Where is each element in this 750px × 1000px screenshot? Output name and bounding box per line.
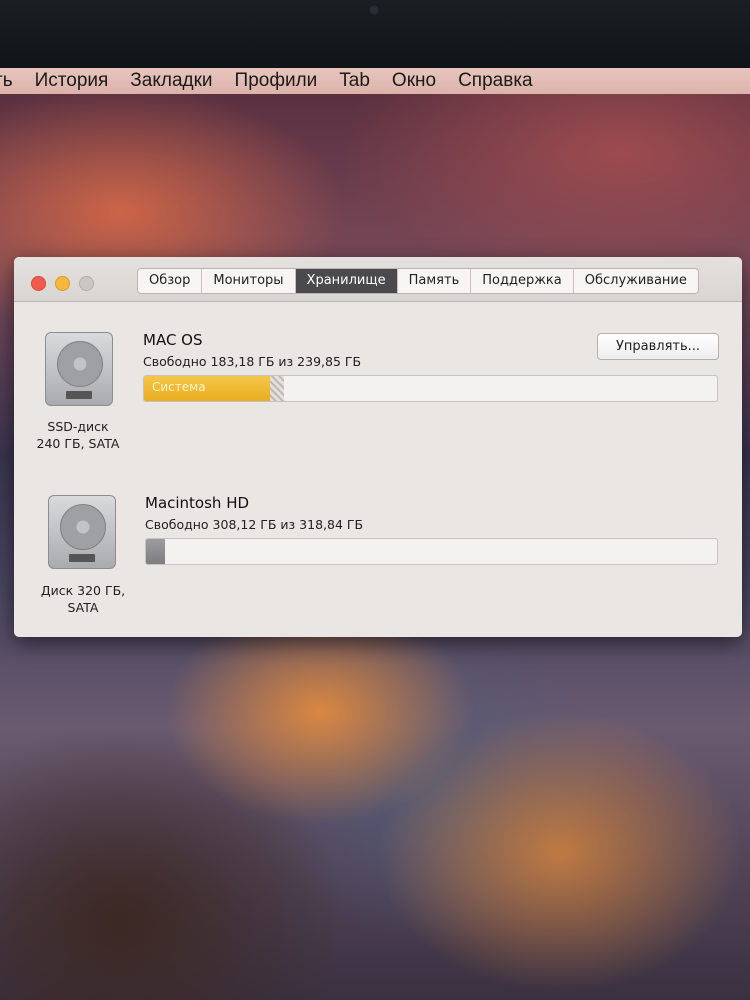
window-titlebar: Обзор Мониторы Хранилище Память Поддержк… <box>14 257 742 302</box>
menu-item-window[interactable]: Окно <box>381 70 447 92</box>
system-segment: Система <box>144 376 271 401</box>
camera-icon <box>368 4 380 16</box>
tab-displays[interactable]: Мониторы <box>202 269 296 293</box>
disk-connector-icon <box>69 554 95 562</box>
about-this-mac-window: Обзор Мониторы Хранилище Память Поддержк… <box>14 257 742 637</box>
disk-caption-line1: Диск 320 ГБ, <box>40 583 126 598</box>
volume-free-space: Свободно 183,18 ГБ из 239,85 ГБ <box>143 354 362 369</box>
storage-usage-bar[interactable]: Система <box>143 375 718 402</box>
volume-name: Macintosh HD <box>145 494 250 512</box>
storage-usage-bar[interactable] <box>145 538 718 565</box>
disk-connector-icon <box>66 391 92 399</box>
menu-item-history[interactable]: История <box>24 70 120 92</box>
tab-memory[interactable]: Память <box>398 269 472 293</box>
menu-item-help[interactable]: Справка <box>447 70 544 92</box>
minimize-button[interactable] <box>55 276 70 291</box>
hard-drive-icon <box>48 495 116 569</box>
tab-service[interactable]: Обслуживание <box>574 269 698 293</box>
tab-storage[interactable]: Хранилище <box>295 269 398 293</box>
storage-panel: SSD-диск 240 ГБ, SATA MAC OS Свободно 18… <box>14 302 742 637</box>
disk-caption-line2: 240 ГБ, SATA <box>36 436 120 451</box>
disk-caption: SSD-диск 240 ГБ, SATA <box>23 418 133 452</box>
system-segment-label: Система <box>152 380 206 394</box>
menu-bar: ть История Закладки Профили Tab Окно Спр… <box>0 68 750 94</box>
disk-platter-icon <box>57 341 103 387</box>
disk-caption: Диск 320 ГБ, SATA <box>28 582 138 616</box>
tab-bar: Обзор Мониторы Хранилище Память Поддержк… <box>137 268 699 294</box>
screen-bezel <box>0 0 750 68</box>
used-segment <box>146 539 166 564</box>
volume-free-space: Свободно 308,12 ГБ из 318,84 ГБ <box>145 517 364 532</box>
tab-overview[interactable]: Обзор <box>138 269 203 293</box>
other-segment <box>270 376 284 401</box>
menu-item-tab[interactable]: Tab <box>328 70 381 92</box>
manage-button[interactable]: Управлять... <box>597 333 719 360</box>
menu-item-profiles[interactable]: Профили <box>224 70 329 92</box>
tab-support[interactable]: Поддержка <box>471 269 574 293</box>
disk-caption-line2: SATA <box>67 600 99 615</box>
hard-drive-icon <box>45 332 113 406</box>
close-button[interactable] <box>31 276 46 291</box>
menu-item-file[interactable]: ть <box>0 70 24 92</box>
zoom-button[interactable] <box>79 276 94 291</box>
menu-item-bookmarks[interactable]: Закладки <box>119 70 223 92</box>
disk-caption-line1: SSD-диск <box>47 419 109 434</box>
disk-platter-icon <box>60 504 106 550</box>
volume-name: MAC OS <box>143 331 203 349</box>
